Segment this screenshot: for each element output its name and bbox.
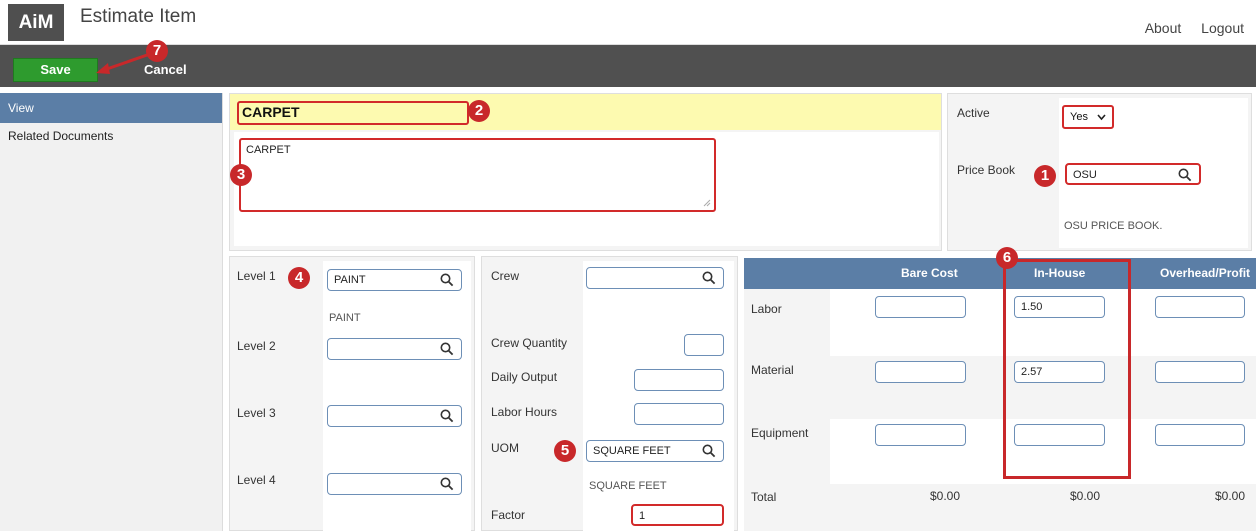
- resize-grip-icon: [703, 199, 711, 207]
- item-name-highlight: [237, 101, 469, 125]
- callout-badge: 3: [230, 164, 252, 186]
- item-description-highlight: [239, 138, 716, 212]
- uom-description: SQUARE FEET: [589, 480, 667, 492]
- level3-label: Level 3: [237, 406, 276, 420]
- labor-overhead-input[interactable]: [1155, 296, 1245, 318]
- level1-label: Level 1: [237, 269, 276, 283]
- price-book-label: Price Book: [957, 163, 1016, 177]
- price-book-input[interactable]: OSU: [1065, 163, 1201, 185]
- level1-input[interactable]: PAINT: [327, 269, 462, 291]
- about-link[interactable]: About: [1145, 20, 1182, 36]
- search-icon[interactable]: [440, 477, 454, 491]
- level1-value: PAINT: [334, 274, 366, 286]
- level3-input[interactable]: [327, 405, 462, 427]
- level4-input[interactable]: [327, 473, 462, 495]
- logout-link[interactable]: Logout: [1201, 20, 1244, 36]
- callout-badge: 6: [996, 247, 1018, 269]
- level2-input[interactable]: [327, 338, 462, 360]
- search-icon[interactable]: [440, 273, 454, 287]
- factor-input[interactable]: 1: [631, 504, 724, 526]
- price-book-description: OSU PRICE BOOK.: [1064, 220, 1163, 232]
- daily-output-input[interactable]: [634, 369, 724, 391]
- crew-input[interactable]: [586, 267, 724, 289]
- factor-label: Factor: [491, 508, 526, 522]
- top-nav: About Logout: [1129, 20, 1244, 36]
- app-header: AiM Estimate Item About Logout: [0, 0, 1256, 45]
- level4-label: Level 4: [237, 473, 276, 487]
- equipment-bare-cost-input[interactable]: [875, 424, 966, 446]
- price-book-value: OSU: [1073, 169, 1097, 181]
- labor-hours-input[interactable]: [634, 403, 724, 425]
- sidebar-item-view[interactable]: View: [0, 93, 222, 123]
- uom-value: SQUARE FEET: [593, 445, 671, 457]
- active-select[interactable]: Yes: [1062, 105, 1114, 129]
- callout-badge: 5: [554, 440, 576, 462]
- app-logo: AiM: [8, 4, 64, 41]
- in-house-column-highlight: [1003, 259, 1131, 479]
- material-label: Material: [751, 363, 794, 377]
- search-icon[interactable]: [702, 271, 716, 285]
- sidebar-item-related-documents[interactable]: Related Documents: [0, 123, 222, 149]
- page-title: Estimate Item: [80, 6, 197, 27]
- crew-label: Crew: [491, 269, 520, 283]
- column-header-bare-cost: Bare Cost: [901, 266, 958, 280]
- equipment-overhead-input[interactable]: [1155, 424, 1245, 446]
- level2-label: Level 2: [237, 339, 276, 353]
- column-header-overhead-profit: Overhead/Profit: [1160, 266, 1251, 280]
- callout-badge: 1: [1034, 165, 1056, 187]
- crew-quantity-label: Crew Quantity: [491, 336, 568, 350]
- daily-output-label: Daily Output: [491, 370, 558, 384]
- sidebar: View Related Documents: [0, 93, 223, 531]
- uom-input[interactable]: SQUARE FEET: [586, 440, 724, 462]
- search-icon[interactable]: [702, 444, 716, 458]
- search-icon[interactable]: [440, 409, 454, 423]
- total-bare-cost: $0.00: [930, 489, 961, 503]
- chevron-down-icon: [1097, 114, 1106, 121]
- total-overhead-profit: $0.00: [1215, 489, 1246, 503]
- active-label: Active: [957, 106, 990, 120]
- save-button[interactable]: Save: [13, 58, 98, 82]
- search-icon[interactable]: [1178, 168, 1192, 182]
- crew-quantity-input[interactable]: [684, 334, 724, 356]
- labor-hours-label: Labor Hours: [491, 405, 558, 419]
- search-icon[interactable]: [440, 342, 454, 356]
- active-select-value: Yes: [1070, 111, 1088, 123]
- callout-badge: 2: [468, 100, 490, 122]
- material-bare-cost-input[interactable]: [875, 361, 966, 383]
- cost-row-band: [830, 484, 1256, 531]
- labor-label: Labor: [751, 302, 782, 316]
- equipment-label: Equipment: [751, 426, 809, 440]
- callout-badge: 4: [288, 267, 310, 289]
- labor-bare-cost-input[interactable]: [875, 296, 966, 318]
- level1-description: PAINT: [329, 312, 361, 324]
- uom-label: UOM: [491, 441, 519, 455]
- total-in-house: $0.00: [1070, 489, 1101, 503]
- action-bar: Save Cancel: [0, 45, 1256, 87]
- material-overhead-input[interactable]: [1155, 361, 1245, 383]
- total-label: Total: [751, 490, 777, 504]
- callout-arrow: [96, 52, 151, 74]
